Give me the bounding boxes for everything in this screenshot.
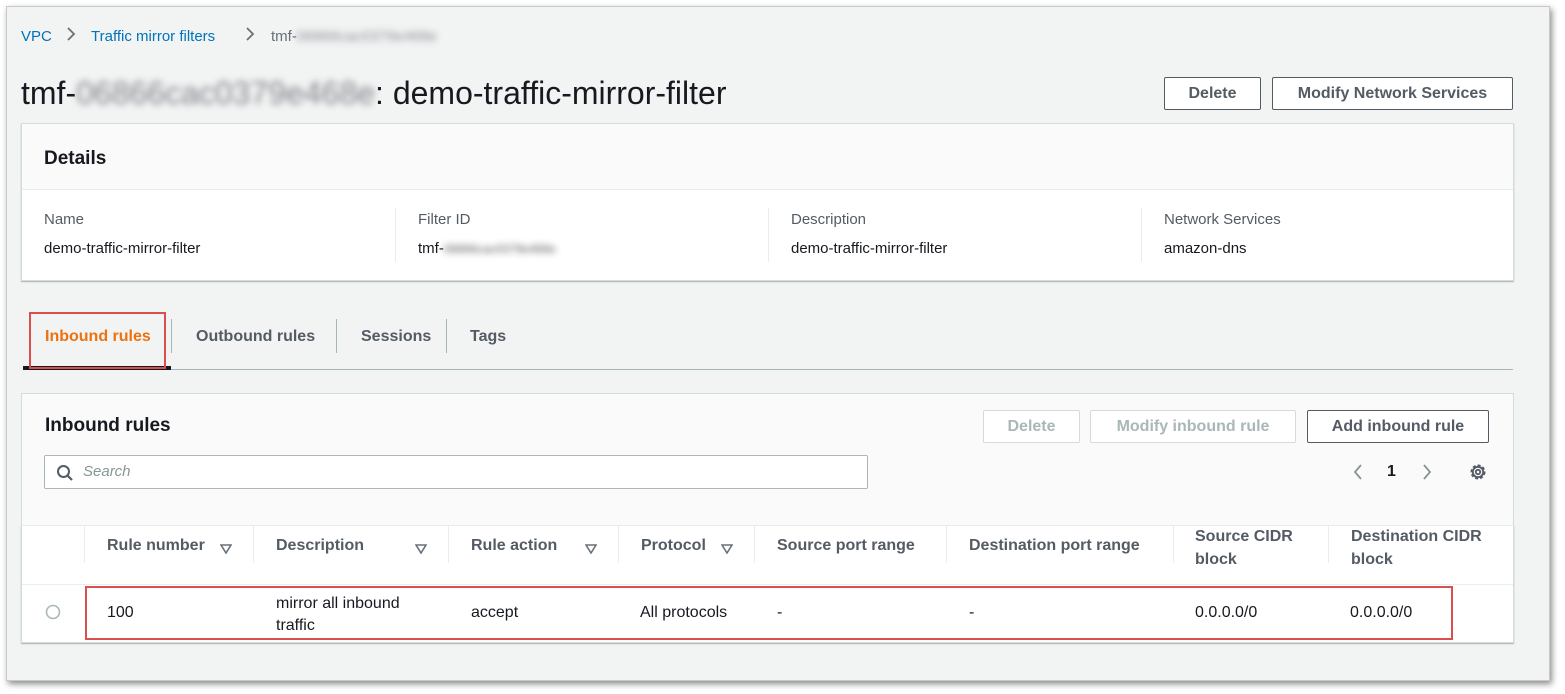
column-separator: [84, 525, 85, 563]
details-divider: [395, 208, 396, 262]
cell-rule-action: accept: [471, 604, 519, 621]
add-inbound-rule-button[interactable]: Add inbound rule: [1307, 410, 1489, 443]
filter-id-label: Filter ID: [418, 211, 471, 228]
breadcrumb-current-redacted: 06866cac0379e468e: [296, 28, 437, 45]
title-prefix: tmf-: [21, 75, 77, 111]
sort-down-icon[interactable]: [219, 541, 233, 559]
sort-down-icon[interactable]: [720, 541, 734, 559]
description-value: demo-traffic-mirror-filter: [791, 240, 948, 257]
inbound-rules-title: Inbound rules: [45, 415, 171, 436]
sort-down-icon[interactable]: [584, 541, 598, 559]
chevron-left-icon[interactable]: [1352, 463, 1364, 486]
column-separator: [946, 525, 947, 563]
column-description[interactable]: Description: [276, 537, 364, 555]
page-title: tmf-06866cac0379e468e: demo-traffic-mirr…: [21, 75, 726, 112]
page-number[interactable]: 1: [1387, 463, 1396, 481]
column-separator: [448, 525, 449, 563]
breadcrumb-vpc-link[interactable]: VPC: [21, 28, 52, 45]
filter-id-redacted: 06866cac0379e468e: [443, 242, 556, 256]
cell-protocol: All protocols: [640, 604, 728, 621]
cell-destination-port-range: -: [969, 604, 975, 621]
details-divider: [768, 208, 769, 262]
cell-description: mirror all inbound traffic: [276, 593, 400, 637]
tab-separator: [446, 319, 447, 353]
chevron-right-icon[interactable]: [1421, 463, 1433, 486]
title-redacted-id: 06866cac0379e468e: [76, 75, 376, 111]
column-rule-action[interactable]: Rule action: [471, 537, 557, 555]
filter-id-prefix: tmf-: [418, 240, 444, 257]
cell-source-port-range: -: [777, 604, 783, 621]
tab-separator: [336, 319, 337, 353]
cell-description-line2: traffic: [276, 617, 315, 634]
column-separator: [1173, 525, 1174, 563]
sort-down-icon[interactable]: [414, 541, 428, 559]
column-separator: [253, 525, 254, 563]
column-source-cidr[interactable]: Source CIDR block: [1195, 525, 1295, 571]
network-services-label: Network Services: [1164, 211, 1281, 228]
search-icon: [56, 464, 74, 487]
tab-inbound-rules[interactable]: Inbound rules: [45, 328, 151, 346]
delete-filter-button[interactable]: Delete: [1164, 77, 1261, 110]
chevron-right-icon: [244, 25, 256, 48]
column-separator: [618, 525, 619, 563]
gear-icon[interactable]: [1468, 462, 1488, 487]
modify-network-services-button[interactable]: Modify Network Services: [1272, 77, 1513, 110]
description-label: Description: [791, 211, 867, 228]
breadcrumb-current: tmf-06866cac0379e468e: [271, 28, 437, 45]
tab-separator: [171, 319, 172, 353]
cell-rule-number: 100: [107, 604, 134, 621]
details-divider: [1141, 208, 1142, 262]
tab-tags[interactable]: Tags: [470, 328, 506, 346]
column-separator: [754, 525, 755, 563]
page: VPC Traffic mirror filters tmf-06866cac0…: [6, 6, 1550, 681]
delete-rule-button[interactable]: Delete: [983, 410, 1080, 443]
row-divider: [22, 584, 1513, 585]
network-services-value: amazon-dns: [1164, 240, 1247, 257]
tab-sessions[interactable]: Sessions: [361, 328, 431, 346]
column-source-port-range[interactable]: Source port range: [777, 537, 915, 555]
breadcrumb-current-prefix: tmf-: [271, 28, 297, 45]
breadcrumb-traffic-mirror-filters-link[interactable]: Traffic mirror filters: [91, 28, 215, 45]
tab-outbound-rules[interactable]: Outbound rules: [196, 328, 315, 346]
cell-description-line1: mirror all inbound: [276, 595, 400, 612]
column-rule-number[interactable]: Rule number: [107, 537, 205, 555]
cell-destination-cidr: 0.0.0.0/0: [1350, 604, 1413, 621]
column-destination-port-range[interactable]: Destination port range: [969, 537, 1140, 555]
tab-bar-baseline: [23, 369, 1513, 370]
column-destination-cidr[interactable]: Destination CIDR block: [1351, 525, 1491, 571]
cell-source-cidr: 0.0.0.0/0: [1195, 604, 1258, 621]
details-header: Details: [22, 124, 1513, 190]
name-label: Name: [44, 211, 85, 228]
modify-inbound-rule-button[interactable]: Modify inbound rule: [1090, 410, 1296, 443]
chevron-right-icon: [65, 25, 77, 48]
filter-id-value: tmf-06866cac0379e468e: [418, 240, 556, 257]
search-input[interactable]: Search: [44, 455, 868, 489]
details-panel: Details Name demo-traffic-mirror-filter …: [21, 123, 1514, 281]
name-value: demo-traffic-mirror-filter: [44, 240, 201, 257]
column-separator: [1328, 525, 1329, 563]
search-placeholder: Search: [83, 463, 131, 480]
column-protocol[interactable]: Protocol: [641, 537, 706, 555]
details-title: Details: [44, 148, 107, 169]
radio-icon[interactable]: [45, 604, 61, 625]
title-suffix: : demo-traffic-mirror-filter: [375, 75, 727, 111]
